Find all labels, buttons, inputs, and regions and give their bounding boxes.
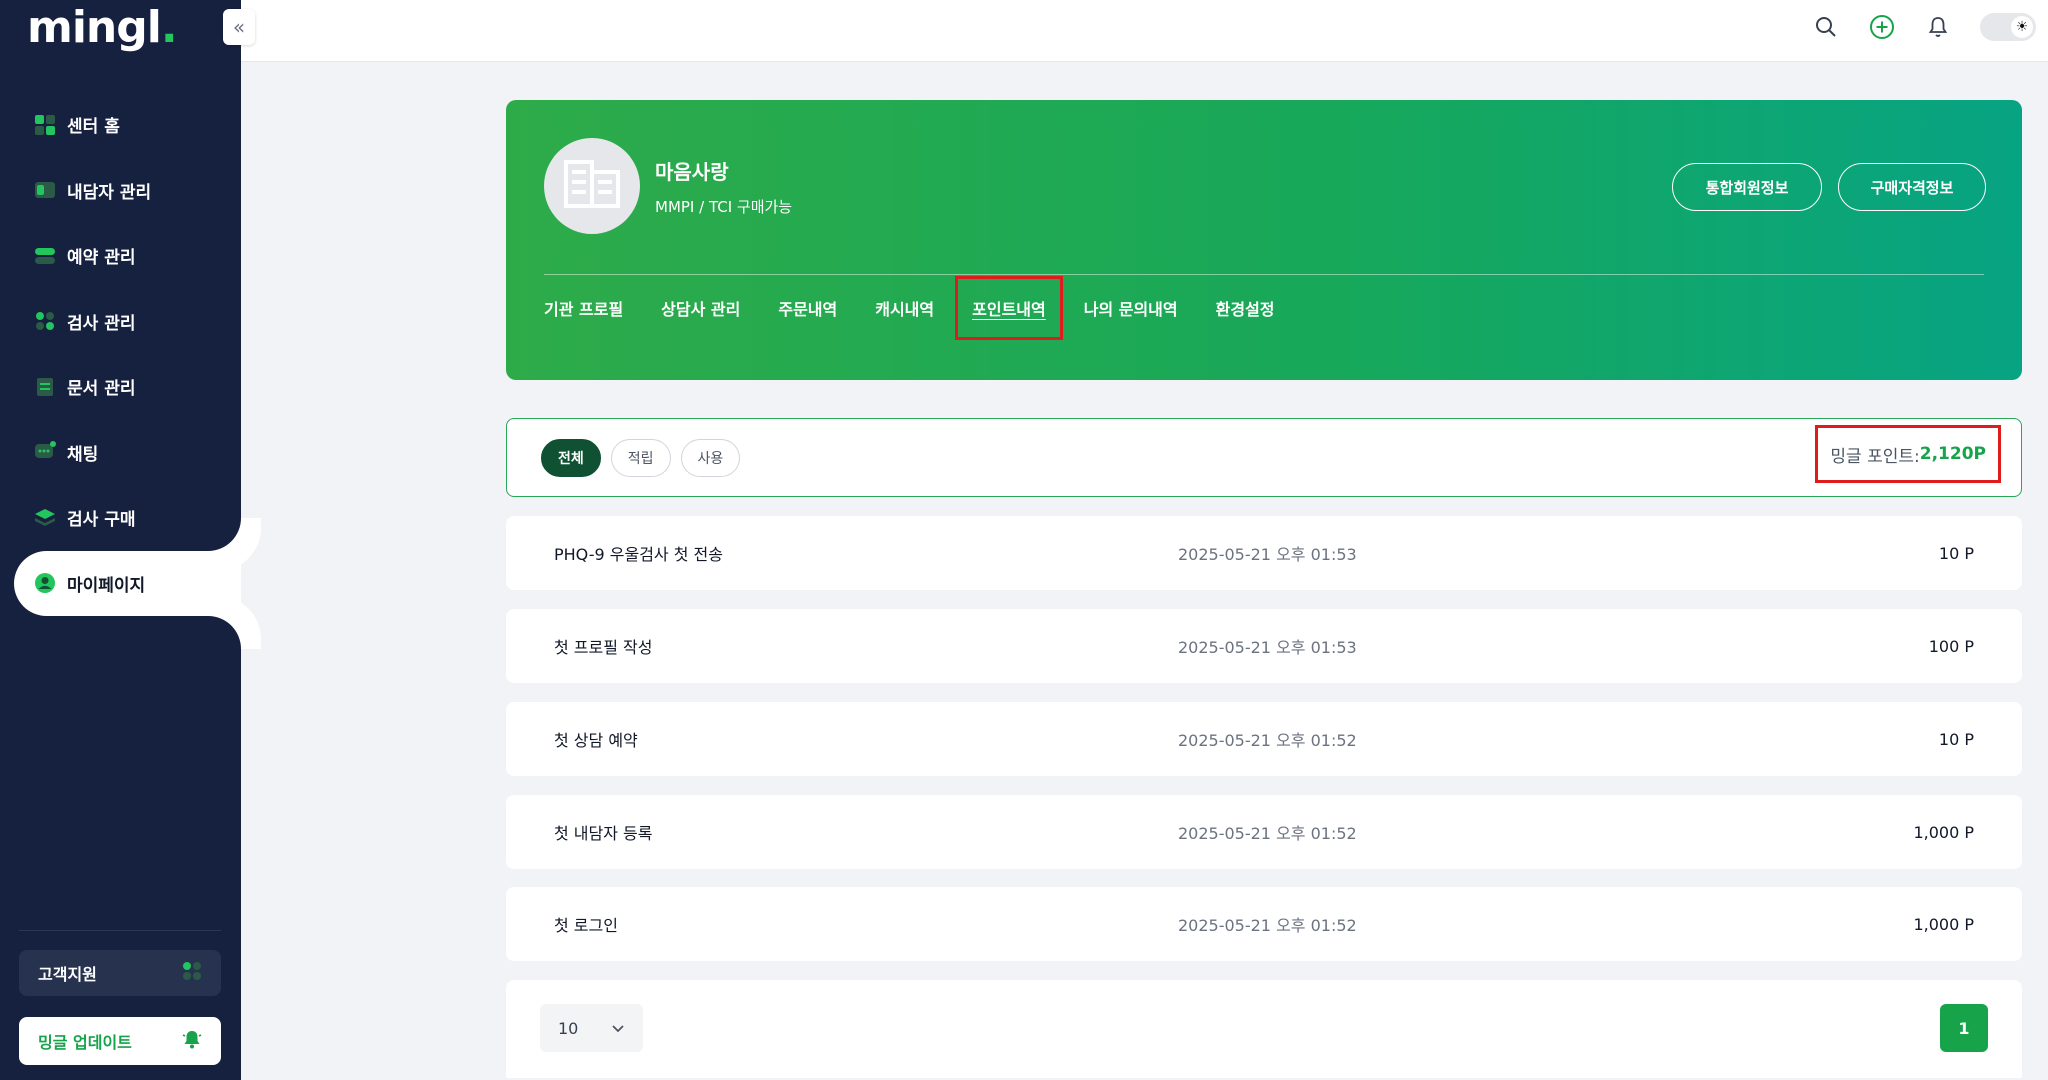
sidebar-item-reservations[interactable]: 예약 관리 [0, 223, 241, 289]
filter-chips: 전체 적립 사용 [541, 439, 741, 477]
sidebar-item-mypage[interactable]: 마이페이지 [14, 550, 241, 616]
mingl-logo[interactable]: mingl. [27, 0, 178, 54]
point-balance: 밍글 포인트: 2,120P [1815, 425, 2001, 483]
history-title: 첫 상담 예약 [554, 731, 638, 750]
list-item: 첫 로그인 2025-05-21 오후 01:52 1,000 P [506, 887, 2022, 961]
tab-counselor-management[interactable]: 상담사 관리 [661, 280, 740, 336]
user-icon [34, 572, 56, 594]
history-title: 첫 내담자 등록 [554, 824, 653, 843]
history-points: 10 P [1938, 543, 1974, 563]
sidebar-item-label: 검사 구매 [67, 510, 136, 531]
history-points: 1,000 P [1913, 914, 1974, 934]
sidebar-item-label: 문서 관리 [67, 379, 136, 400]
building-icon [563, 159, 621, 213]
filter-chip-used[interactable]: 사용 [680, 439, 741, 477]
sidebar-item-chat[interactable]: 채팅 [0, 420, 241, 486]
bell-icon[interactable] [1924, 13, 1952, 41]
profile-banner: 마음사랑 MMPI / TCI 구매가능 통합회원정보 구매자격정보 기관 프로… [506, 100, 2022, 380]
sidebar-item-purchase[interactable]: 검사 구매 [0, 485, 241, 551]
bell-alert-icon [181, 1028, 203, 1054]
tab-organization-profile[interactable]: 기관 프로필 [544, 280, 623, 336]
sidebar-item-label: 채팅 [67, 444, 99, 465]
test-icon [34, 310, 56, 332]
list-item: 첫 프로필 작성 2025-05-21 오후 01:53 100 P [506, 609, 2022, 683]
history-date: 2025-05-21 오후 01:52 [1178, 916, 1357, 935]
sidebar-collapse-button[interactable]: « [223, 9, 255, 45]
list-item: PHQ-9 우울검사 첫 전송 2025-05-21 오후 01:53 10 P [506, 516, 2022, 590]
list-item: 첫 내담자 등록 2025-05-21 오후 01:52 1,000 P [506, 795, 2022, 869]
page-size-select[interactable]: 10 [540, 1004, 643, 1052]
mingl-update-button[interactable]: 밍글 업데이트 [19, 1017, 221, 1065]
history-date: 2025-05-21 오후 01:53 [1178, 638, 1357, 657]
tab-my-inquiries[interactable]: 나의 문의내역 [1084, 280, 1178, 336]
history-points: 100 P [1928, 636, 1974, 656]
tab-settings[interactable]: 환경설정 [1216, 280, 1275, 336]
history-points: 1,000 P [1913, 822, 1974, 842]
list-item: 첫 상담 예약 2025-05-21 오후 01:52 10 P [506, 702, 2022, 776]
sidebar-divider [19, 930, 221, 931]
banner-divider [544, 274, 1984, 275]
history-title: PHQ-9 우울검사 첫 전송 [554, 545, 723, 564]
sidebar-item-center-home[interactable]: 센터 홈 [0, 92, 241, 158]
pagination-bar: 10 1 [506, 980, 2022, 1078]
customer-support-button[interactable]: 고객지원 [19, 950, 221, 996]
sidebar-item-label: 검사 관리 [67, 313, 136, 334]
sidebar-item-label: 센터 홈 [67, 117, 120, 138]
history-date: 2025-05-21 오후 01:53 [1178, 545, 1357, 564]
update-label: 밍글 업데이트 [38, 1033, 132, 1052]
sun-icon: ☀ [2011, 16, 2033, 38]
history-title: 첫 로그인 [554, 916, 618, 935]
client-icon [34, 179, 56, 201]
page-button-current[interactable]: 1 [1940, 1004, 1988, 1052]
tab-order-history[interactable]: 주문내역 [778, 280, 837, 336]
sidebar-item-tests[interactable]: 검사 관리 [0, 289, 241, 355]
filter-chip-all[interactable]: 전체 [541, 439, 601, 477]
point-filter-bar: 전체 적립 사용 밍글 포인트: 2,120P [506, 418, 2022, 497]
sidebar-item-label: 내담자 관리 [67, 182, 152, 203]
reservation-icon [34, 245, 56, 267]
filter-chip-earned[interactable]: 적립 [610, 439, 671, 477]
chat-icon [34, 441, 56, 463]
point-balance-label: 밍글 포인트: [1830, 446, 1920, 467]
history-date: 2025-05-21 오후 01:52 [1178, 731, 1357, 750]
chevron-down-icon [611, 1019, 625, 1038]
organization-name: 마음사랑 [655, 160, 729, 184]
purchase-qualification-button[interactable]: 구매자격정보 [1838, 163, 1986, 211]
sidebar-item-label: 마이페이지 [67, 575, 146, 596]
history-title: 첫 프로필 작성 [554, 638, 653, 657]
search-icon[interactable] [1812, 13, 1840, 41]
point-balance-value: 2,120P [1919, 444, 1986, 464]
tab-point-history[interactable]: 포인트내역 [955, 276, 1063, 340]
page-size-value: 10 [558, 1018, 579, 1038]
logo-dot: . [160, 1, 178, 53]
history-points: 10 P [1938, 729, 1974, 749]
organization-avatar [544, 138, 640, 234]
document-icon [34, 376, 56, 398]
support-grid-icon [181, 960, 203, 986]
sidebar-item-clients[interactable]: 내담자 관리 [0, 158, 241, 224]
theme-toggle[interactable]: ☀ [1980, 13, 2036, 41]
topbar: ☀ [241, 0, 2048, 62]
sidebar-nav: 센터 홈 내담자 관리 예약 관리 검사 관리 문서 관리 채팅 검사 구매 마… [0, 92, 241, 616]
dashboard-icon [34, 114, 56, 136]
profile-tabs: 기관 프로필 상담사 관리 주문내역 캐시내역 포인트내역 나의 문의내역 환경… [544, 276, 1313, 340]
organization-subtitle: MMPI / TCI 구매가능 [655, 198, 793, 216]
add-circle-icon[interactable] [1868, 13, 1896, 41]
support-label: 고객지원 [38, 965, 97, 984]
history-date: 2025-05-21 오후 01:52 [1178, 824, 1357, 843]
tab-cash-history[interactable]: 캐시내역 [875, 280, 934, 336]
sidebar: mingl. 센터 홈 내담자 관리 예약 관리 검사 관리 문서 관리 채팅 … [0, 0, 241, 1080]
sidebar-item-documents[interactable]: 문서 관리 [0, 354, 241, 420]
purchase-icon [34, 507, 56, 529]
chevron-double-left-icon: « [232, 15, 246, 39]
logo-text: mingl [27, 1, 162, 53]
member-info-button[interactable]: 통합회원정보 [1672, 163, 1822, 211]
sidebar-item-label: 예약 관리 [67, 248, 136, 269]
topbar-icons: ☀ [1812, 0, 2036, 54]
